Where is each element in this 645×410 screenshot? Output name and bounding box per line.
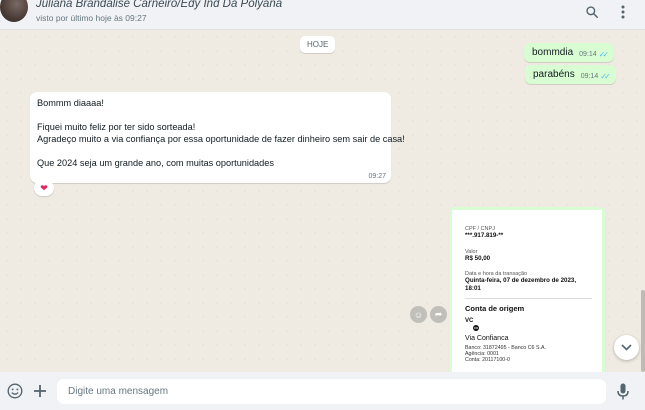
read-ticks-icon: ✓✓: [600, 72, 611, 81]
menu-dots-icon[interactable]: [613, 2, 633, 22]
outgoing-message[interactable]: bommdia 09:14 ✓✓: [524, 43, 615, 62]
incoming-message[interactable]: Bommm diaaaa! Fiquei muito feliz por ter…: [30, 92, 405, 183]
logo-text: VC: [465, 318, 474, 324]
message-input[interactable]: [57, 379, 606, 404]
contact-name[interactable]: Juliana Brandalise Carneiro/Edy Ind Da P…: [36, 0, 282, 10]
cpf-value: ***.917.819-**: [465, 232, 504, 239]
heart-reaction-icon[interactable]: ❤: [34, 180, 54, 196]
chevron-down-icon: [621, 344, 632, 351]
valor-value: R$ 50,00: [465, 254, 491, 262]
message-time: 09:27: [368, 173, 386, 180]
chat-header: Juliana Brandalise Carneiro/Edy Ind Da P…: [0, 0, 645, 30]
mic-icon[interactable]: [613, 381, 633, 401]
message-line: Que 2024 seja um grande ano, com muitas …: [37, 158, 274, 168]
logo-badge: C6: [473, 325, 479, 331]
message-text: parabéns: [533, 69, 575, 80]
read-ticks-icon: ✓✓: [598, 50, 610, 59]
message-line: Bommm diaaaa!: [37, 98, 104, 108]
bank-logo: VC C6: [465, 318, 483, 334]
emoji-icon[interactable]: [5, 381, 25, 401]
date-divider: HOJE: [300, 36, 336, 53]
outgoing-message[interactable]: parabéns 09:14 ✓✓: [525, 65, 616, 84]
receipt-divider: [465, 298, 592, 299]
chat-scrollbar[interactable]: [641, 290, 645, 372]
origin-account-title: Conta de origem: [465, 304, 525, 313]
message-line: Agradeço muito a via confiança por essa …: [37, 134, 405, 144]
conta-line: Conta: 20117100-0: [465, 357, 510, 364]
scroll-down-button[interactable]: [614, 335, 639, 360]
message-time: 09:14: [579, 51, 597, 58]
forward-icon[interactable]: ➦: [430, 306, 447, 323]
contact-avatar[interactable]: [0, 0, 28, 22]
search-icon[interactable]: [582, 2, 602, 22]
message-line: [37, 145, 384, 157]
outgoing-image-message[interactable]: CPF / CNPJ ***.917.819-** Valor R$ 50,00…: [449, 207, 605, 372]
chat-messages-pane[interactable]: HOJE bommdia 09:14 ✓✓ parabéns 09:14 ✓✓ …: [0, 30, 645, 372]
message-line: Fiquei muito feliz por ter sido sorteada…: [37, 122, 196, 132]
message-time: 09:14: [580, 73, 599, 80]
message-text: bommdia: [532, 47, 574, 58]
receipt-image: CPF / CNPJ ***.917.819-** Valor R$ 50,00…: [452, 210, 602, 372]
datetime-value: Quinta-feira, 07 de dezembro de 2023, 18…: [465, 277, 577, 292]
emoji-react-icon[interactable]: ☺: [410, 306, 427, 323]
message-line: [37, 109, 384, 121]
last-seen-status: visto por último hoje às 09:27: [36, 13, 147, 23]
plus-icon[interactable]: [30, 381, 50, 401]
message-meta: 09:14 ✓✓: [580, 72, 611, 81]
message-meta: 09:14 ✓✓: [579, 50, 610, 59]
compose-bar: [0, 372, 645, 410]
bank-name: Via Confianca: [465, 335, 509, 342]
